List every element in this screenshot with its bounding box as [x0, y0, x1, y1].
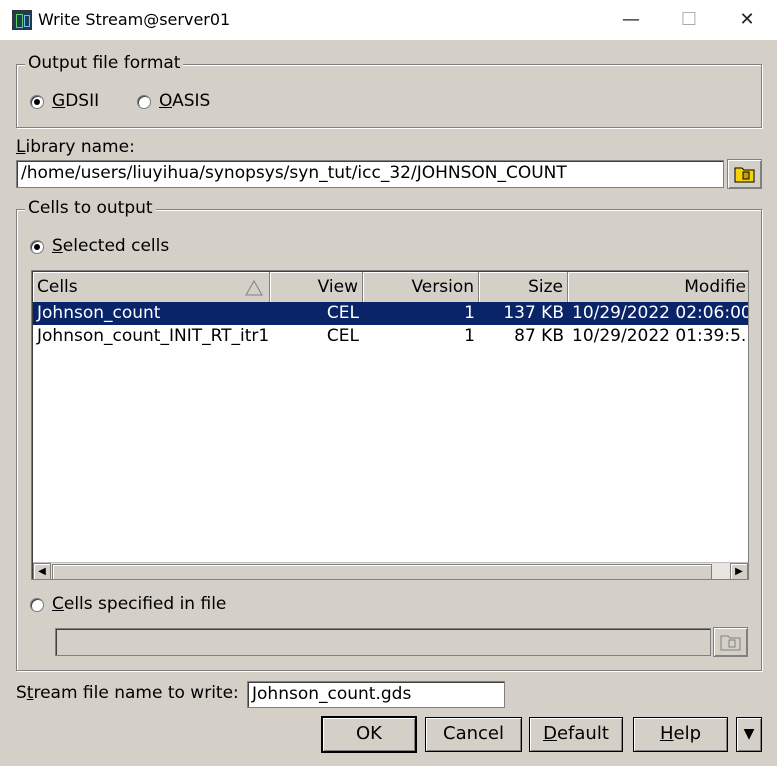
- column-header-version[interactable]: Version: [363, 272, 479, 303]
- title-bar[interactable]: Write Stream@server01 — ☐ ✕: [0, 0, 777, 40]
- column-header-view[interactable]: View: [270, 272, 363, 303]
- cell-name: Johnson_count_INIT_RT_itr1: [37, 326, 270, 346]
- cells-file-browse-button[interactable]: [713, 627, 748, 657]
- cells-group-legend: Cells to output: [25, 198, 156, 218]
- maximize-button[interactable]: ☐: [660, 0, 718, 40]
- folder-icon: [734, 167, 755, 183]
- table-row[interactable]: Johnson_count CEL 1 137 KB 10/29/2022 02…: [33, 302, 749, 325]
- oasis-label[interactable]: OASIS: [159, 91, 210, 111]
- gdsii-radio[interactable]: [30, 95, 44, 109]
- more-options-button[interactable]: ▼: [736, 717, 762, 752]
- sort-ascending-icon: [245, 280, 263, 296]
- close-button[interactable]: ✕: [718, 0, 776, 40]
- cell-modified: 10/29/2022 01:39:5...: [572, 326, 749, 346]
- cell-modified: 10/29/2022 02:06:00...: [572, 303, 749, 323]
- horizontal-scrollbar[interactable]: ◀ ▶: [33, 562, 748, 579]
- selected-cells-radio[interactable]: [30, 240, 44, 254]
- cell-version: 1: [464, 303, 475, 323]
- default-button[interactable]: Default: [529, 717, 623, 752]
- cells-from-file-label[interactable]: Cells specified in file: [52, 594, 226, 614]
- folder-icon: [720, 635, 741, 651]
- stream-file-label: Stream file name to write:: [16, 683, 239, 703]
- cells-file-field[interactable]: [55, 628, 711, 656]
- library-name-field[interactable]: /home/users/liuyihua/synopsys/syn_tut/ic…: [16, 160, 724, 188]
- cells-from-file-radio[interactable]: [30, 598, 44, 612]
- cell-size: 137 KB: [503, 303, 564, 323]
- output-format-group: [16, 64, 762, 128]
- scrollbar-thumb[interactable]: [52, 564, 712, 579]
- gdsii-label[interactable]: GDSII: [52, 91, 99, 111]
- ok-button[interactable]: OK: [321, 716, 417, 753]
- cell-name: Johnson_count: [37, 303, 161, 323]
- table-row[interactable]: Johnson_count_INIT_RT_itr1 CEL 1 87 KB 1…: [33, 325, 749, 348]
- stream-file-name-field[interactable]: Johnson_count.gds: [247, 681, 505, 708]
- library-browse-button[interactable]: [727, 159, 762, 189]
- output-format-legend: Output file format: [25, 53, 184, 73]
- oasis-radio[interactable]: [137, 95, 151, 109]
- column-header-modified[interactable]: Modifie: [568, 272, 748, 303]
- cell-version: 1: [464, 326, 475, 346]
- window-title: Write Stream@server01: [38, 10, 231, 29]
- cancel-button[interactable]: Cancel: [425, 717, 522, 752]
- scroll-left-button[interactable]: ◀: [33, 563, 51, 579]
- app-icon: [12, 10, 32, 30]
- scroll-right-button[interactable]: ▶: [730, 563, 748, 579]
- cells-table[interactable]: Cells View Version Size Modifie Johnson_…: [31, 270, 749, 580]
- selected-cells-label[interactable]: Selected cells: [52, 236, 169, 256]
- help-button[interactable]: Help: [633, 717, 728, 752]
- column-header-size[interactable]: Size: [479, 272, 568, 303]
- minimize-button[interactable]: —: [602, 0, 660, 40]
- cell-view: CEL: [326, 303, 359, 323]
- cell-view: CEL: [326, 326, 359, 346]
- column-header-cells[interactable]: Cells: [33, 272, 270, 303]
- cell-size: 87 KB: [514, 326, 564, 346]
- library-name-label: Library name:: [16, 137, 135, 157]
